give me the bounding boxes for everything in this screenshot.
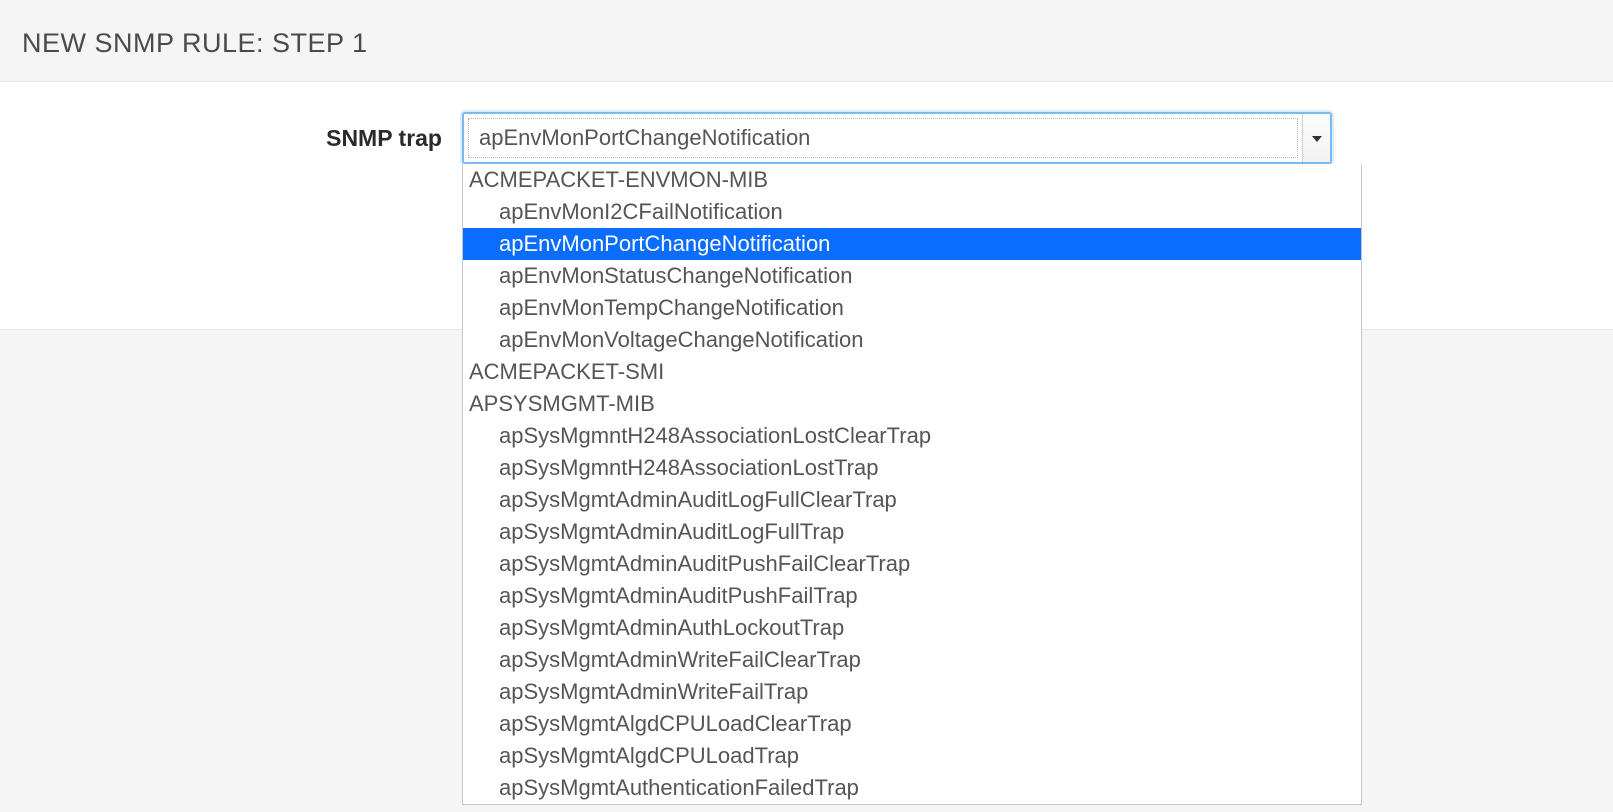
dropdown-item[interactable]: apSysMgmtAdminWriteFailTrap: [463, 676, 1361, 708]
dropdown-group-label: ACMEPACKET-SMI: [463, 356, 1361, 388]
snmp-trap-row: SNMP trap ACMEPACKET-ENVMON-MIBapEnvMonI…: [0, 112, 1613, 164]
dropdown-item[interactable]: apEnvMonPortChangeNotification: [463, 228, 1361, 260]
dropdown-item[interactable]: apSysMgmtAdminAuditLogFullClearTrap: [463, 484, 1361, 516]
dropdown-item[interactable]: apSysMgmtAdminAuditPushFailTrap: [463, 580, 1361, 612]
page-container: NEW SNMP RULE: STEP 1 SNMP trap ACMEPACK…: [0, 0, 1613, 330]
dropdown-item[interactable]: apSysMgmtAdminAuthLockoutTrap: [463, 612, 1361, 644]
dropdown-item[interactable]: apSysMgmntH248AssociationLostClearTrap: [463, 420, 1361, 452]
snmp-trap-label: SNMP trap: [22, 125, 462, 152]
dropdown-item[interactable]: apEnvMonTempChangeNotification: [463, 292, 1361, 324]
snmp-trap-combobox[interactable]: [462, 112, 1332, 164]
dropdown-item[interactable]: apSysMgmtAuthenticationFailedTrap: [463, 772, 1361, 804]
dropdown-item[interactable]: apSysMgmtAdminAuditPushFailClearTrap: [463, 548, 1361, 580]
dropdown-group-label: APSYSMGMT-MIB: [463, 388, 1361, 420]
header-section: NEW SNMP RULE: STEP 1: [0, 0, 1613, 81]
dropdown-item[interactable]: apEnvMonVoltageChangeNotification: [463, 324, 1361, 356]
page-title: NEW SNMP RULE: STEP 1: [22, 28, 1591, 59]
snmp-trap-input[interactable]: [468, 118, 1298, 158]
dropdown-item[interactable]: apEnvMonI2CFailNotification: [463, 196, 1361, 228]
snmp-trap-dropdown[interactable]: ACMEPACKET-ENVMON-MIBapEnvMonI2CFailNoti…: [462, 164, 1362, 805]
dropdown-item[interactable]: apSysMgmtAlgdCPULoadClearTrap: [463, 708, 1361, 740]
dropdown-item[interactable]: apSysMgmntH248AssociationLostTrap: [463, 452, 1361, 484]
dropdown-group-label: ACMEPACKET-ENVMON-MIB: [463, 164, 1361, 196]
form-panel: SNMP trap ACMEPACKET-ENVMON-MIBapEnvMonI…: [0, 81, 1613, 330]
chevron-down-icon: [1312, 129, 1322, 147]
snmp-trap-combo: ACMEPACKET-ENVMON-MIBapEnvMonI2CFailNoti…: [462, 112, 1332, 164]
dropdown-item[interactable]: apEnvMonStatusChangeNotification: [463, 260, 1361, 292]
dropdown-item[interactable]: apSysMgmtAlgdCPULoadTrap: [463, 740, 1361, 772]
dropdown-item[interactable]: apSysMgmtAdminWriteFailClearTrap: [463, 644, 1361, 676]
dropdown-item[interactable]: apSysMgmtAdminAuditLogFullTrap: [463, 516, 1361, 548]
combo-dropdown-toggle[interactable]: [1302, 114, 1330, 162]
